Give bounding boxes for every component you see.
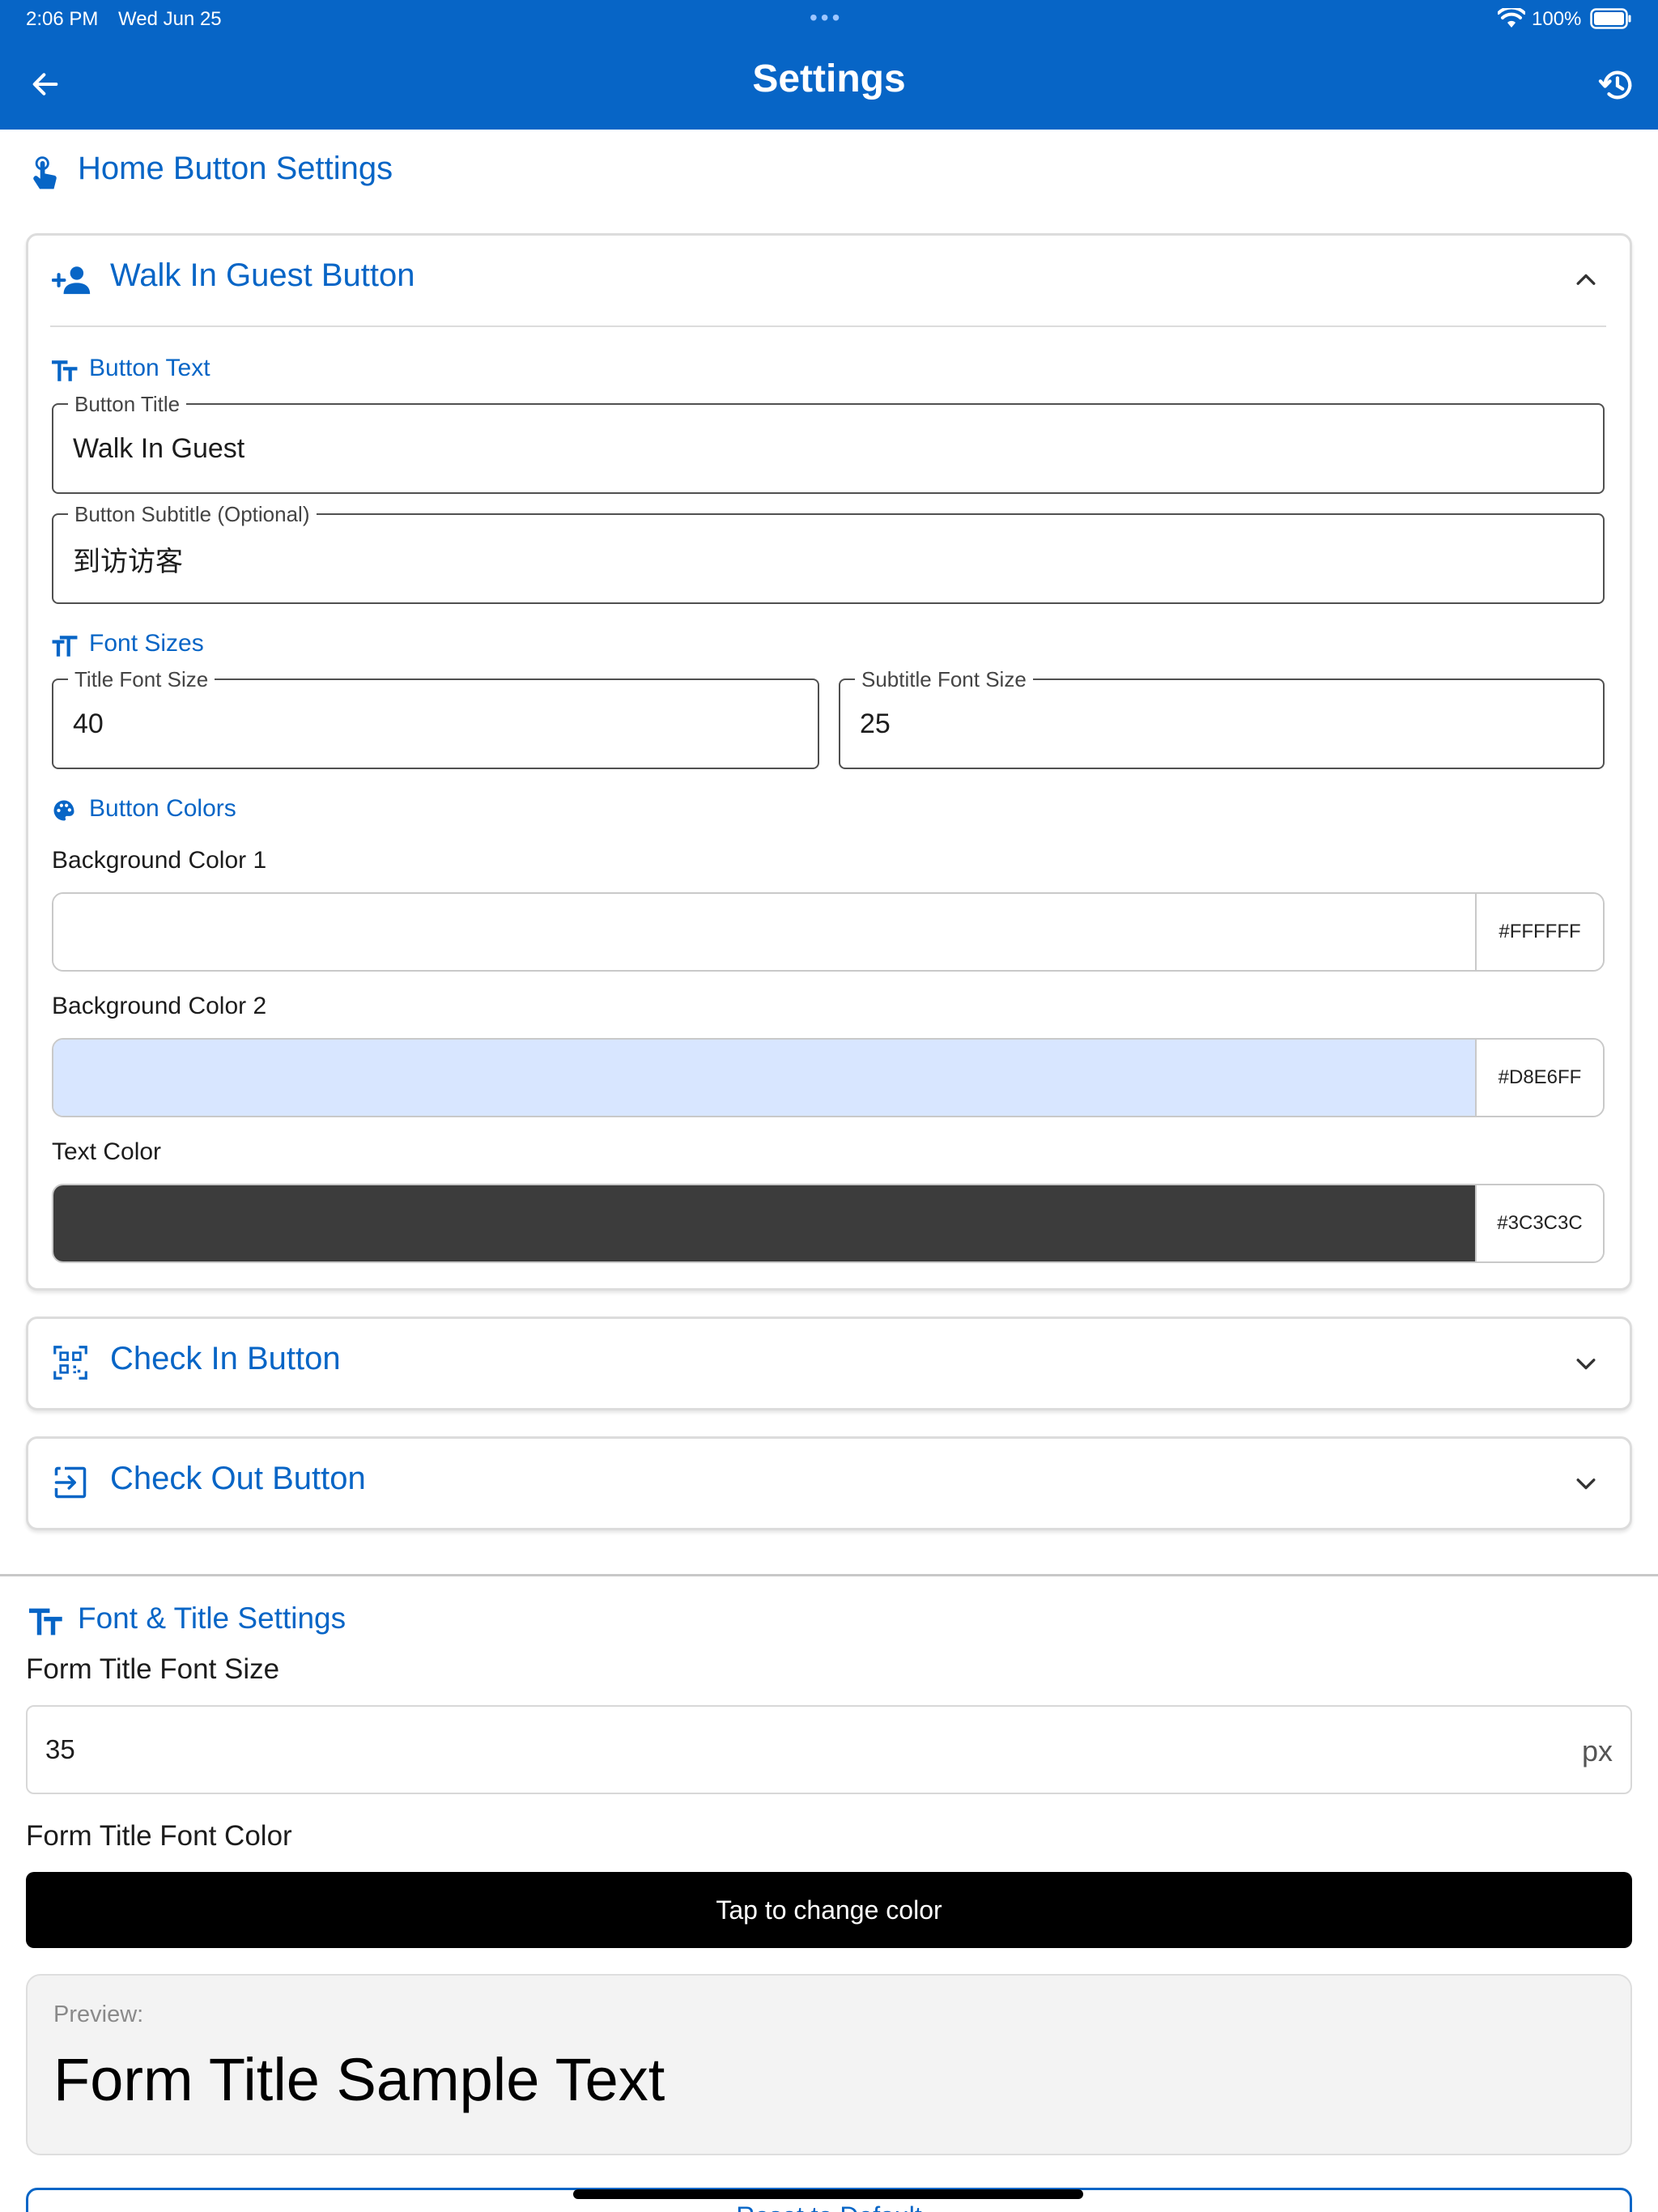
home-indicator (573, 2189, 1083, 2199)
form-title-font-size-value: 35 (45, 1734, 75, 1764)
check-in-button-title: Check In Button (110, 1341, 341, 1376)
title-font-size-field[interactable]: Title Font Size 40 (52, 667, 819, 769)
wifi-icon (1498, 8, 1525, 28)
background-color-2-swatch[interactable] (53, 1040, 1475, 1116)
chevron-up-icon[interactable] (1572, 269, 1600, 291)
change-color-button-label: Tap to change color (716, 1895, 942, 1925)
text-fields-icon (52, 360, 78, 381)
header-divider (50, 325, 1606, 327)
home-button-settings-title: Home Button Settings (78, 151, 393, 186)
background-color-2-label: Background Color 2 (52, 993, 267, 1019)
subtitle-font-size-value: 25 (860, 708, 891, 739)
history-icon[interactable] (1598, 66, 1635, 104)
battery-percentage: 100% (1532, 8, 1582, 30)
background-color-2-picker[interactable]: #D8E6FF (52, 1038, 1605, 1117)
form-title-font-size-input[interactable]: 35 px (26, 1705, 1632, 1794)
chevron-down-icon[interactable] (1572, 1472, 1600, 1495)
preview-box: Preview: Form Title Sample Text (26, 1974, 1632, 2155)
multitasking-dots[interactable]: ••• (810, 5, 843, 31)
text-color-hex: #3C3C3C (1475, 1185, 1603, 1261)
check-out-button-title: Check Out Button (110, 1461, 366, 1496)
form-title-font-size-label: Form Title Font Size (26, 1653, 280, 1685)
status-date: Wed Jun 25 (118, 8, 222, 30)
button-subtitle-field[interactable]: Button Subtitle (Optional) 到访访客 (52, 502, 1605, 604)
text-fields-icon (29, 1608, 62, 1636)
background-color-2-hex: #D8E6FF (1475, 1040, 1603, 1116)
button-text-heading: Button Text (89, 355, 210, 381)
page-title: Settings (752, 57, 906, 100)
text-color-picker[interactable]: #3C3C3C (52, 1184, 1605, 1263)
background-color-1-hex: #FFFFFF (1475, 894, 1603, 970)
background-color-1-label: Background Color 1 (52, 847, 267, 874)
background-color-1-picker[interactable]: #FFFFFF (52, 892, 1605, 972)
subtitle-font-size-field[interactable]: Subtitle Font Size 25 (839, 667, 1605, 769)
title-font-size-value: 40 (73, 708, 104, 739)
walk-in-guest-title: Walk In Guest Button (110, 257, 415, 293)
button-subtitle-value: 到访访客 (73, 546, 183, 577)
font-sizes-heading: Font Sizes (89, 630, 204, 657)
font-title-settings-title: Font & Title Settings (78, 1602, 346, 1635)
touch-hand-icon (33, 156, 57, 189)
change-color-button[interactable]: Tap to change color (26, 1872, 1632, 1948)
button-title-field[interactable]: Button Title Walk In Guest (52, 392, 1605, 494)
button-title-value: Walk In Guest (73, 432, 245, 464)
section-divider (0, 1574, 1658, 1576)
button-colors-heading: Button Colors (89, 795, 236, 822)
font-size-icon (52, 636, 78, 657)
palette-icon (53, 800, 74, 821)
preview-text: Form Title Sample Text (53, 2046, 665, 2113)
background-color-1-swatch[interactable] (53, 894, 1475, 970)
unit-suffix: px (1581, 1734, 1613, 1767)
qr-code-scanner-icon (53, 1346, 87, 1380)
text-color-label: Text Color (52, 1138, 162, 1165)
text-color-swatch[interactable] (53, 1185, 1475, 1261)
status-time: 2:06 PM (26, 8, 99, 30)
reset-default-label: Reset to Default (28, 2201, 1630, 2212)
preview-label: Preview: (53, 2001, 144, 2027)
form-title-font-color-label: Form Title Font Color (26, 1820, 292, 1852)
battery-icon (1590, 8, 1631, 29)
exit-to-app-icon (54, 1466, 87, 1499)
add-person-icon (52, 266, 91, 295)
chevron-down-icon[interactable] (1572, 1352, 1600, 1375)
